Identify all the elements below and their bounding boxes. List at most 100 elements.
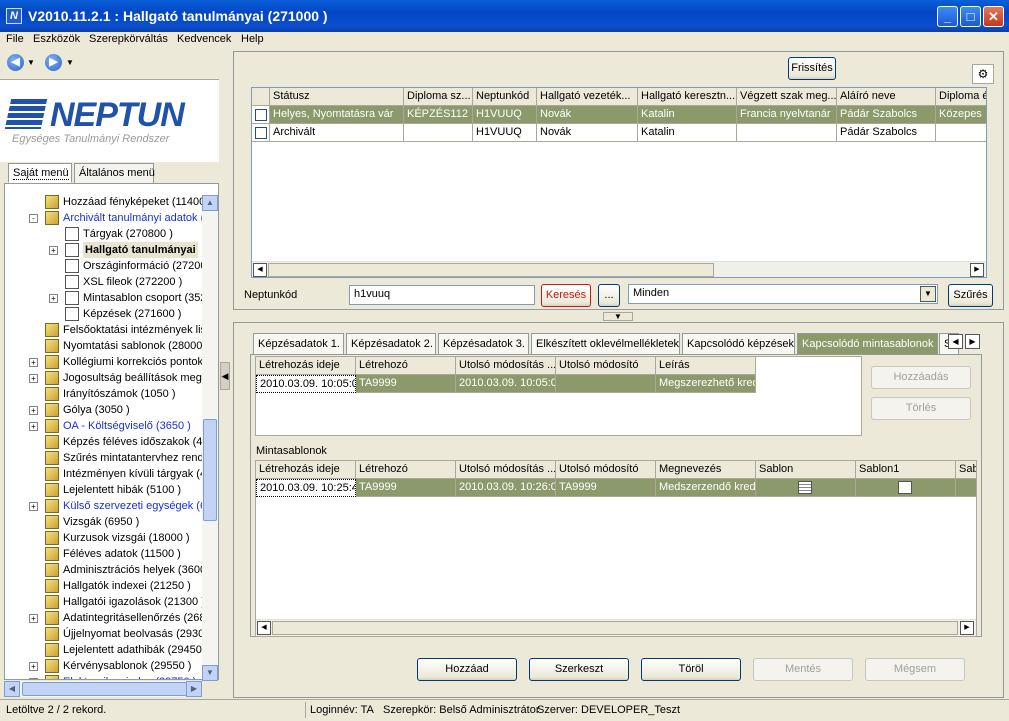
tree-hscroll-thumb[interactable] [22, 682, 187, 696]
column-header[interactable]: Hallgató keresztn... [638, 88, 737, 106]
tree-node[interactable]: Képzések (271600 ) [5, 306, 215, 322]
status-combo[interactable]: Minden ▼ [628, 284, 938, 304]
tab-altalanos-menu[interactable]: Általános menü [74, 163, 155, 183]
column-header[interactable]: Végzett szak meg... [737, 88, 837, 106]
grid2-scroll-right-icon[interactable]: ▶ [960, 621, 974, 635]
column-header[interactable]: Sablon [756, 461, 856, 479]
column-header[interactable]: Megnevezés [656, 461, 756, 479]
grid2-scroll-thumb[interactable] [272, 621, 958, 635]
table-row[interactable]: 2010.03.09. 10:05:0 TA9999 2010.03.09. 10:… [256, 375, 756, 393]
settings-icon[interactable]: ⚙ [972, 64, 994, 84]
menu-eszkozok[interactable]: Eszközök [33, 33, 80, 45]
expand-icon[interactable]: + [29, 374, 38, 383]
tab-scroll-left-icon[interactable]: ◀ [948, 334, 963, 349]
tree-node[interactable]: - Archivált tanulmányi adatok (2 [5, 210, 215, 226]
row-checkbox[interactable] [255, 127, 267, 139]
filter-button[interactable]: Szűrés [948, 284, 993, 307]
expand-icon[interactable]: + [29, 406, 38, 415]
grid-scroll-left-icon[interactable]: ◀ [253, 263, 267, 277]
column-header[interactable]: Utolsó módosítás ... [456, 357, 556, 375]
document-icon[interactable] [898, 481, 912, 494]
expand-icon[interactable]: + [29, 358, 38, 367]
tree-node[interactable]: Országinformáció (272000 [5, 258, 215, 274]
tree-node[interactable]: + Adatintegritásellenőrzés (2685 [5, 610, 215, 626]
expand-icon[interactable]: + [49, 246, 58, 255]
column-header[interactable]: Diploma sz... [404, 88, 473, 106]
tree-node[interactable]: Képzés féléves időszakok (44 [5, 434, 215, 450]
tree-node[interactable]: + Külső szervezeti egységek (67 [5, 498, 215, 514]
column-header[interactable]: Sablon1 [856, 461, 956, 479]
tree-node[interactable]: Tárgyak (270800 ) [5, 226, 215, 242]
menu-kedvencek[interactable]: Kedvencek [177, 33, 231, 45]
expand-icon[interactable]: + [29, 662, 38, 671]
tree-node[interactable]: Felsőoktatási intézmények list [5, 322, 215, 338]
edit-button[interactable]: Szerkeszt [529, 658, 629, 681]
chevron-down-icon[interactable]: ▼ [920, 286, 936, 302]
table-row[interactable]: Archivált H1VUUQ Novák Katalin Pádár Szabolc… [252, 124, 986, 142]
more-button[interactable]: ... [598, 284, 620, 307]
tab-2[interactable]: Képzésadatok 3. [438, 333, 529, 354]
template-file-icon[interactable] [798, 481, 812, 494]
column-header[interactable]: Sab [956, 461, 976, 479]
row-checkbox[interactable] [255, 109, 267, 121]
menu-help[interactable]: Help [241, 33, 264, 45]
tree-node[interactable]: Lejelentett adathibák (29450 [5, 642, 215, 658]
tree-node[interactable]: + Kérvénysablonok (29550 ) [5, 658, 215, 674]
forward-icon[interactable]: ▶ [45, 54, 62, 71]
column-header[interactable]: Utolsó módosító [556, 357, 656, 375]
maximize-button[interactable]: □ [960, 6, 981, 27]
cancel-button[interactable]: Mégsem [865, 658, 965, 681]
tree-vertical-scrollbar[interactable]: ▲ ▼ [202, 195, 218, 681]
descriptions-grid[interactable]: Létrehozás ideje Létrehozó Utolsó módosítá… [255, 356, 862, 436]
grid2-scroll-left-icon[interactable]: ◀ [257, 621, 271, 635]
column-header[interactable] [252, 88, 270, 106]
tree-node[interactable]: + Hallgató tanulmányai [5, 242, 215, 258]
column-header[interactable]: Diploma é [936, 88, 986, 106]
delete-description-button[interactable]: Törlés [871, 397, 971, 420]
save-button[interactable]: Mentés [753, 658, 853, 681]
scroll-down-icon[interactable]: ▼ [202, 665, 218, 681]
tree-node[interactable]: + Gólya (3050 ) [5, 402, 215, 418]
close-button[interactable]: ✕ [983, 6, 1004, 27]
neptunkod-input[interactable]: h1vuuq [349, 285, 535, 305]
refresh-button[interactable]: Frissítés [788, 57, 836, 80]
tab-5[interactable]: Kapcsolódó mintasablonok [797, 333, 938, 354]
scroll-right-icon[interactable]: ▶ [186, 681, 202, 697]
mintasablonok-grid[interactable]: Létrehozás ideje Létrehozó Utolsó módosítá… [255, 460, 977, 637]
tree-node[interactable]: Szűrés mintatantervhez rende [5, 450, 215, 466]
tree-node[interactable]: XSL fileok (272200 ) [5, 274, 215, 290]
scroll-up-icon[interactable]: ▲ [202, 195, 218, 211]
forward-dropdown-icon[interactable]: ▼ [66, 58, 74, 67]
expand-icon[interactable]: + [29, 614, 38, 623]
tree-node[interactable]: Lejelentett hibák (5100 ) [5, 482, 215, 498]
minimize-button[interactable]: _ [937, 6, 958, 27]
collapse-left-icon[interactable]: ◀ [220, 362, 230, 390]
tree-node[interactable]: Féléves adatok (11500 ) [5, 546, 215, 562]
student-grid-hscroll[interactable]: ◀ ▶ [252, 261, 986, 277]
mintasablonok-hscroll[interactable]: ◀ ▶ [256, 619, 976, 636]
student-grid[interactable]: Státusz Diploma sz... Neptunkód Hallgató ve… [251, 87, 987, 278]
collapse-down-icon[interactable]: ▼ [603, 312, 633, 321]
tree-node[interactable]: Hallgatók indexei (21250 ) [5, 578, 215, 594]
add-description-button[interactable]: Hozzáadás [871, 366, 971, 389]
table-row[interactable]: Helyes, Nyomtatásra vár KÉPZÉS112 H1VUUQ No… [252, 106, 986, 124]
tab-1[interactable]: Képzésadatok 2. [346, 333, 436, 354]
column-header[interactable]: Hallgató vezeték... [537, 88, 638, 106]
panel-splitter[interactable]: ◀ [219, 49, 231, 698]
tree-node[interactable]: Kurzusok vizsgái (18000 ) [5, 530, 215, 546]
tree-node[interactable]: Nyomtatási sablonok (280000 [5, 338, 215, 354]
expand-icon[interactable]: + [29, 678, 38, 679]
column-header[interactable]: Létrehozó [356, 357, 456, 375]
tree-node[interactable]: + Kollégiumi korrekciós pontok [5, 354, 215, 370]
tree-horizontal-scrollbar[interactable]: ◀ ▶ [4, 681, 202, 697]
tab-3[interactable]: Elkészített oklevélmellékletek [531, 333, 680, 354]
menu-file[interactable]: File [6, 33, 24, 45]
expand-icon[interactable]: + [29, 422, 38, 431]
tab-4[interactable]: Kapcsolódó képzések [682, 333, 795, 354]
tree-node[interactable]: Irányítószámok (1050 ) [5, 386, 215, 402]
column-header[interactable]: Státusz [270, 88, 404, 106]
grid-scroll-right-icon[interactable]: ▶ [970, 263, 984, 277]
column-header[interactable]: Neptunkód [473, 88, 537, 106]
search-button[interactable]: Keresés [541, 284, 591, 307]
tree-node[interactable]: + Jogosultság beállítások megte [5, 370, 215, 386]
